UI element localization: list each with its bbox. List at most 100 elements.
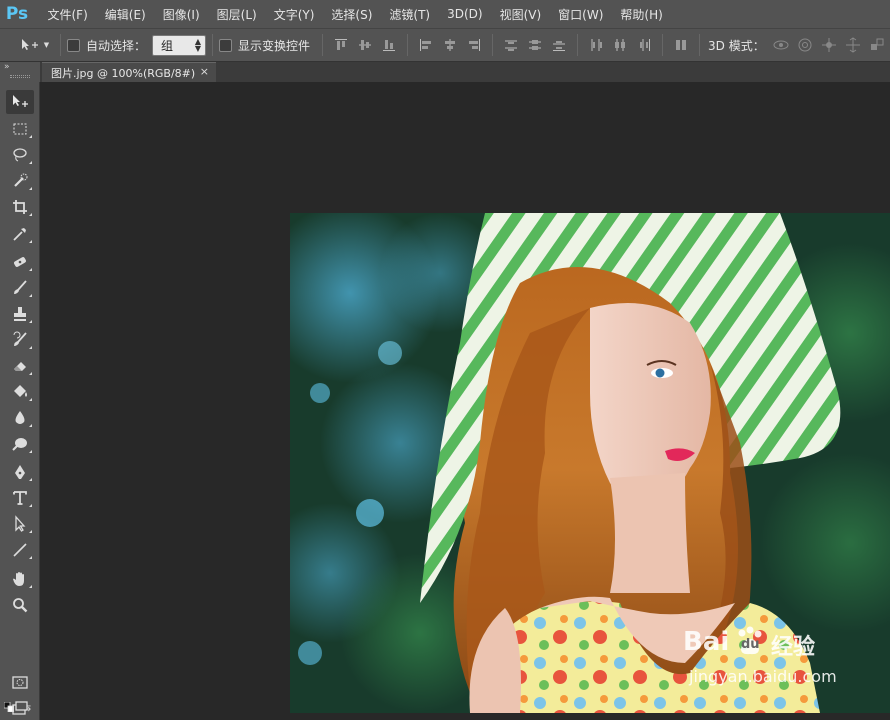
- tools-panel: ⇆: [0, 82, 40, 720]
- healing-brush-tool-icon: [14, 257, 26, 267]
- divider: [322, 34, 324, 56]
- distribute-left-icon[interactable]: [589, 38, 603, 52]
- document-tab[interactable]: 图片.jpg @ 100%(RGB/8#) ×: [42, 62, 216, 82]
- hand-tool[interactable]: [6, 567, 34, 591]
- path-selection-tool[interactable]: [6, 512, 34, 536]
- menu-select[interactable]: 选择(S): [326, 6, 378, 23]
- auto-select-dropdown[interactable]: 组 ▲ ▼: [152, 34, 207, 56]
- align-right-icon[interactable]: [467, 38, 481, 52]
- corner-triangle-icon: [29, 450, 32, 453]
- corner-triangle-icon: [29, 478, 32, 481]
- healing-brush-tool[interactable]: [6, 250, 34, 274]
- menu-edit[interactable]: 编辑(E): [99, 6, 151, 23]
- marquee-tool-icon: [13, 123, 27, 135]
- distribute-group-2: [584, 38, 656, 52]
- watermark-brand: Bai: [683, 627, 730, 657]
- menu-3d[interactable]: 3D(D): [442, 7, 488, 21]
- corner-triangle-icon: [29, 424, 32, 427]
- distribute-right-icon[interactable]: [637, 38, 651, 52]
- collapse-icon[interactable]: »: [4, 62, 10, 72]
- chevron-down-icon: ▼: [43, 41, 50, 49]
- screen-mode-icon: [12, 701, 28, 715]
- corner-triangle-icon: [29, 556, 32, 559]
- blur-tool[interactable]: [6, 406, 34, 430]
- divider: [662, 34, 664, 56]
- stepper-arrows-icon: ▲ ▼: [194, 37, 202, 53]
- eyedropper-tool[interactable]: [6, 222, 34, 246]
- history-brush-tool-icon: [13, 331, 27, 346]
- zoom-tool[interactable]: [6, 593, 34, 617]
- corner-triangle-icon: [29, 294, 32, 297]
- 3d-scale-icon[interactable]: [868, 36, 886, 54]
- dodge-tool[interactable]: [6, 432, 34, 456]
- menu-filter[interactable]: 滤镜(T): [384, 6, 436, 23]
- pen-tool[interactable]: [6, 460, 34, 484]
- align-group-2: [414, 38, 486, 52]
- grip-handle[interactable]: [10, 75, 30, 78]
- auto-select-label: 自动选择：: [86, 38, 147, 53]
- distribute-top-icon[interactable]: [504, 38, 518, 52]
- menu-layer[interactable]: 图层(L): [211, 6, 262, 23]
- crop-tool-icon: [13, 200, 27, 214]
- distribute-vcenter-icon[interactable]: [528, 38, 542, 52]
- align-hcenter-icon[interactable]: [443, 38, 457, 52]
- show-transform-label: 显示变换控件: [238, 38, 311, 53]
- align-top-icon[interactable]: [334, 38, 348, 52]
- history-brush-tool[interactable]: [6, 328, 34, 352]
- quick-selection-tool[interactable]: [6, 169, 34, 193]
- 3d-rotate-icon[interactable]: [772, 36, 790, 54]
- menu-bar: Ps 文件(F) 编辑(E) 图像(I) 图层(L) 文字(Y) 选择(S) 滤…: [0, 0, 890, 28]
- corner-triangle-icon: [29, 398, 32, 401]
- menu-window[interactable]: 窗口(W): [553, 6, 609, 23]
- pen-tool-icon: [15, 465, 25, 479]
- menu-view[interactable]: 视图(V): [494, 6, 547, 23]
- eraser-tool[interactable]: [6, 354, 34, 378]
- menu-type[interactable]: 文字(Y): [268, 6, 320, 23]
- show-transform-checkbox[interactable]: [219, 38, 233, 52]
- panel-collapse-strip[interactable]: »: [0, 62, 40, 82]
- quick-selection-tool-icon: [14, 173, 28, 187]
- menu-help[interactable]: 帮助(H): [615, 6, 668, 23]
- align-bottom-icon[interactable]: [382, 38, 396, 52]
- align-vcenter-icon[interactable]: [358, 38, 372, 52]
- corner-triangle-icon: [29, 268, 32, 271]
- move-tool[interactable]: [6, 90, 34, 114]
- auto-align-layers-icon[interactable]: [674, 38, 688, 52]
- distribute-bottom-icon[interactable]: [552, 38, 566, 52]
- quick-mask-button[interactable]: [6, 670, 34, 694]
- close-icon[interactable]: ×: [200, 65, 209, 78]
- screen-mode-button[interactable]: [6, 696, 34, 720]
- line-tool[interactable]: [6, 538, 34, 562]
- crop-tool[interactable]: [6, 195, 34, 219]
- watermark-product: 经验: [771, 635, 816, 660]
- brush-tool[interactable]: [6, 276, 34, 300]
- lasso-tool-icon: [13, 148, 27, 162]
- tool-preset-picker[interactable]: ▼: [14, 33, 54, 57]
- baidu-watermark: Bai du 经验 jingyan.baidu.com: [683, 625, 883, 705]
- menu-file[interactable]: 文件(F): [42, 6, 93, 23]
- move-tool-icon: [13, 95, 28, 107]
- distribute-hcenter-icon[interactable]: [613, 38, 627, 52]
- 3d-slide-icon[interactable]: [844, 36, 862, 54]
- paint-bucket-tool[interactable]: [6, 380, 34, 404]
- auto-select-group: 自动选择： 组 ▲ ▼: [67, 34, 207, 56]
- blur-tool-icon: [15, 411, 25, 424]
- corner-triangle-icon: [29, 585, 32, 588]
- 3d-mode-label: 3D 模式：: [708, 38, 765, 53]
- type-tool-icon: [13, 491, 27, 505]
- 3d-roll-icon[interactable]: [796, 36, 814, 54]
- corner-triangle-icon: [29, 161, 32, 164]
- marquee-tool[interactable]: [6, 117, 34, 141]
- 3d-drag-icon[interactable]: [820, 36, 838, 54]
- dodge-tool-icon: [12, 438, 27, 451]
- clone-stamp-tool[interactable]: [6, 302, 34, 326]
- corner-triangle-icon: [29, 346, 32, 349]
- menu-image[interactable]: 图像(I): [157, 6, 205, 23]
- align-left-icon[interactable]: [419, 38, 433, 52]
- type-tool[interactable]: [6, 486, 34, 510]
- lasso-tool[interactable]: [6, 143, 34, 167]
- zoom-tool-icon: [13, 598, 28, 613]
- auto-select-checkbox[interactable]: [67, 38, 80, 52]
- eyedropper-tool-icon: [13, 228, 26, 241]
- document-tab-title: 图片.jpg @ 100%(RGB/8#): [51, 66, 196, 80]
